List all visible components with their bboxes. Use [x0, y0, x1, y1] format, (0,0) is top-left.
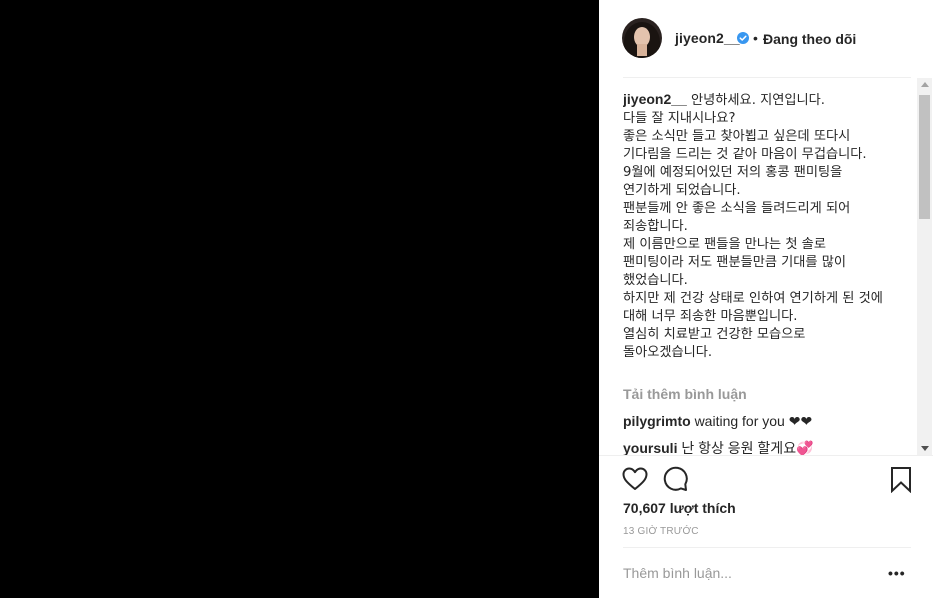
- add-comment-input[interactable]: [623, 560, 873, 586]
- comment-item: pilygrimto waiting for you ❤❤: [623, 413, 812, 430]
- post-caption: jiyeon2__ 안녕하세요. 지연입니다. 다들 잘 지내시나요? 좋은 소…: [623, 90, 889, 362]
- comments-list[interactable]: jiyeon2__ 안녕하세요. 지연입니다. 다들 잘 지내시나요? 좋은 소…: [623, 78, 911, 455]
- avatar[interactable]: [622, 18, 662, 58]
- comments-scrollbar[interactable]: [917, 78, 932, 455]
- more-options-icon[interactable]: •••: [888, 563, 912, 583]
- post-side-panel: jiyeon2__ • Đang theo dõi jiyeon2__ 안녕하세…: [599, 0, 933, 598]
- following-button[interactable]: Đang theo dõi: [763, 31, 856, 47]
- caption-username-link[interactable]: jiyeon2__: [623, 91, 687, 107]
- scroll-thumb[interactable]: [919, 95, 930, 219]
- bookmark-icon[interactable]: [887, 465, 915, 493]
- comment-item: yoursuli 난 항상 응원 할게요💞: [623, 438, 814, 455]
- comment-text: waiting for you ❤❤: [694, 413, 813, 429]
- comment-username-link[interactable]: pilygrimto: [623, 413, 691, 429]
- input-divider: [623, 547, 911, 548]
- post-header: jiyeon2__ • Đang theo dõi: [599, 0, 933, 78]
- likes-count[interactable]: 70,607 lượt thích: [623, 500, 736, 516]
- post-media[interactable]: [0, 0, 599, 598]
- scroll-down-arrow-icon[interactable]: [921, 446, 929, 451]
- comment-username-link[interactable]: yoursuli: [623, 440, 677, 455]
- verified-badge-icon: [737, 32, 749, 44]
- comment-bubble-icon[interactable]: [661, 465, 689, 493]
- header-username-link[interactable]: jiyeon2__: [675, 30, 740, 46]
- post-timestamp[interactable]: 13 GIỜ TRƯỚC: [623, 526, 699, 537]
- comment-text: 난 항상 응원 할게요💞: [681, 440, 814, 455]
- action-bar: [599, 456, 933, 506]
- scroll-up-arrow-icon[interactable]: [921, 82, 929, 87]
- caption-text: 안녕하세요. 지연입니다. 다들 잘 지내시나요? 좋은 소식만 들고 찾아뵙고…: [623, 93, 883, 360]
- load-more-comments-button[interactable]: Tải thêm bình luận: [623, 386, 747, 402]
- follow-separator: •: [753, 30, 758, 46]
- heart-icon[interactable]: [621, 465, 649, 493]
